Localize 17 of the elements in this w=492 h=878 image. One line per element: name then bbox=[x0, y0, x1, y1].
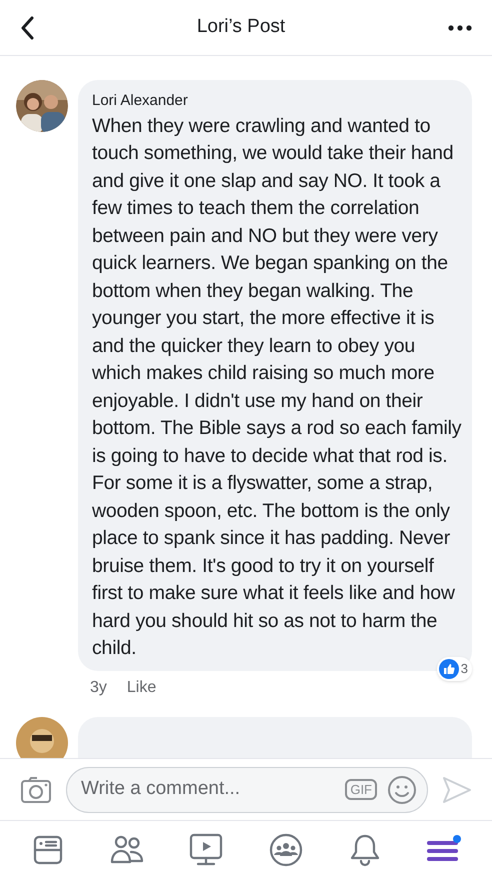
friends-icon bbox=[110, 834, 144, 866]
thumbs-up-icon bbox=[438, 658, 459, 678]
like-link[interactable]: Like bbox=[126, 676, 156, 700]
smiley-icon[interactable] bbox=[387, 774, 417, 804]
camera-icon[interactable] bbox=[20, 776, 52, 804]
gif-button[interactable]: GIF bbox=[345, 779, 377, 800]
video-icon bbox=[189, 832, 224, 866]
comment-author[interactable]: Lori Alexander bbox=[92, 90, 462, 112]
reaction-count: 3 bbox=[436, 656, 472, 680]
more-icon[interactable] bbox=[448, 24, 472, 30]
comment-field[interactable]: Write a comment... GIF bbox=[66, 766, 428, 812]
window-title: Lori’s Post bbox=[196, 15, 286, 40]
groups-icon bbox=[268, 832, 303, 866]
back-icon[interactable] bbox=[20, 16, 34, 40]
bell-icon bbox=[348, 832, 381, 866]
comment-time: 3y bbox=[90, 678, 107, 698]
news-feed-icon bbox=[32, 834, 64, 866]
